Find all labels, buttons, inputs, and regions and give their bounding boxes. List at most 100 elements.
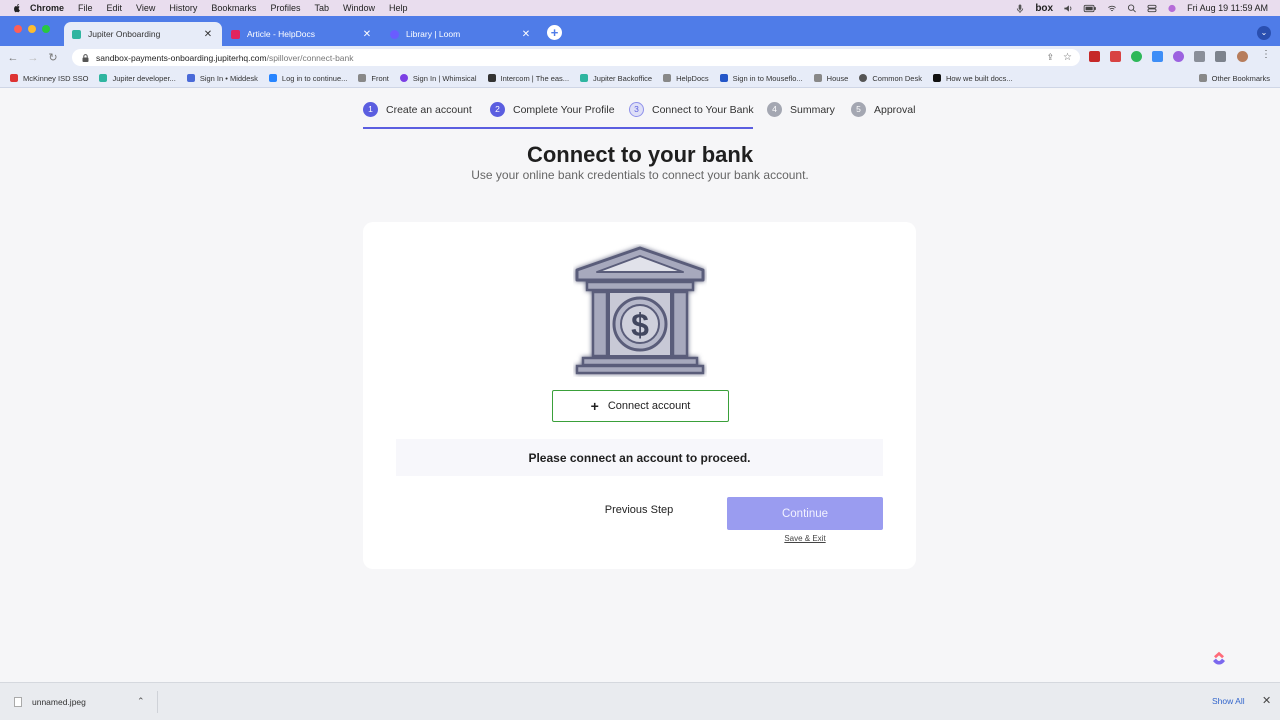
- bookmark-star-icon[interactable]: ☆: [1063, 52, 1072, 63]
- clickup-widget-icon[interactable]: [1211, 650, 1227, 666]
- bookmark-item[interactable]: Intercom | The eas...: [487, 74, 569, 83]
- url-path: /spillover/connect-bank: [266, 52, 354, 63]
- bookmark-item[interactable]: How we built docs...: [932, 74, 1013, 83]
- back-arrow-icon[interactable]: ←: [6, 51, 20, 65]
- side-panel-icon[interactable]: [1215, 51, 1226, 62]
- chrome-menu-icon[interactable]: ⋮: [1261, 49, 1271, 60]
- volume-icon[interactable]: [1063, 4, 1073, 13]
- extensions-puzzle-icon[interactable]: [1194, 51, 1205, 62]
- other-bookmarks-folder[interactable]: Other Bookmarks: [1198, 74, 1270, 83]
- show-all-downloads-link[interactable]: Show All: [1212, 696, 1245, 706]
- tab-close-icon[interactable]: ✕: [202, 29, 214, 40]
- previous-step-button[interactable]: Previous Step: [594, 504, 684, 522]
- bookmark-item[interactable]: Common Desk: [859, 74, 922, 83]
- step-label: Complete Your Profile: [513, 103, 615, 116]
- reload-icon[interactable]: ↻: [46, 51, 60, 65]
- bookmark-favicon-icon: [932, 74, 941, 82]
- download-item[interactable]: unnamed.jpeg: [14, 697, 86, 707]
- bookmark-item[interactable]: Sign In | Whimsical: [399, 74, 477, 83]
- bookmark-item[interactable]: Sign In • Middesk: [186, 74, 258, 83]
- battery-icon[interactable]: [1083, 4, 1097, 13]
- step-number: 4: [767, 102, 782, 117]
- extension-purple-icon[interactable]: [1173, 51, 1184, 62]
- window-zoom-button[interactable]: [42, 25, 50, 33]
- control-center-icon[interactable]: [1147, 4, 1157, 13]
- menu-history[interactable]: History: [169, 3, 197, 13]
- apple-icon[interactable]: [12, 3, 22, 13]
- step-complete-profile[interactable]: 2 Complete Your Profile: [490, 102, 615, 117]
- bookmark-item[interactable]: Sign in to Mouseflo...: [719, 74, 803, 83]
- wifi-icon[interactable]: [1107, 4, 1117, 13]
- tab-search-chevron-icon[interactable]: ⌄: [1257, 26, 1271, 40]
- extension-blue-icon[interactable]: [1152, 51, 1163, 62]
- profile-avatar[interactable]: [1237, 51, 1248, 62]
- page-title: Connect to your bank: [526, 142, 754, 167]
- bookmark-item[interactable]: Jupiter developer...: [99, 74, 176, 83]
- spotlight-search-icon[interactable]: [1127, 3, 1137, 13]
- bookmark-favicon-icon: [99, 74, 108, 82]
- lock-icon[interactable]: [82, 53, 89, 62]
- menubar-status-area: box Fri Aug 19 11:59 AM: [1015, 3, 1280, 14]
- box-status-icon[interactable]: box: [1035, 3, 1053, 14]
- extension-red-icon[interactable]: [1110, 51, 1121, 62]
- download-filename: unnamed.jpeg: [32, 697, 86, 707]
- downloads-bar: unnamed.jpeg ⌃ Show All ✕: [0, 682, 1280, 720]
- share-icon[interactable]: ⇪: [1046, 52, 1054, 63]
- tab-library-loom[interactable]: Library | Loom ✕: [382, 22, 540, 46]
- bookmark-item[interactable]: McKinney ISD SSO: [10, 74, 88, 83]
- window-minimize-button[interactable]: [28, 25, 36, 33]
- step-number: 1: [363, 102, 378, 117]
- browser-toolbar: ← → ↻ sandbox-payments-onboarding.jupite…: [0, 46, 1280, 69]
- menu-view[interactable]: View: [136, 3, 155, 13]
- step-connect-bank[interactable]: 3 Connect to Your Bank: [629, 102, 754, 117]
- menu-window[interactable]: Window: [343, 3, 375, 13]
- bookmark-item[interactable]: Log in to continue...: [268, 74, 347, 83]
- save-exit-link[interactable]: Save & Exit: [727, 534, 883, 543]
- menu-edit[interactable]: Edit: [107, 3, 123, 13]
- folder-icon: [1198, 74, 1207, 82]
- menu-app-chrome[interactable]: Chrome: [30, 3, 64, 13]
- bookmark-favicon-icon: [399, 74, 408, 82]
- connect-account-button[interactable]: + Connect account: [552, 390, 729, 422]
- tab-jupiter-onboarding[interactable]: Jupiter Onboarding ✕: [64, 22, 222, 46]
- tab-close-icon[interactable]: ✕: [520, 29, 532, 40]
- continue-button[interactable]: Continue: [727, 497, 883, 530]
- bookmark-item[interactable]: House: [813, 74, 848, 83]
- new-tab-button[interactable]: +: [547, 25, 562, 40]
- microphone-icon[interactable]: [1015, 3, 1025, 13]
- step-create-account[interactable]: 1 Create an account: [363, 102, 472, 117]
- bookmark-item[interactable]: Jupiter Backoffice: [580, 74, 652, 83]
- step-number: 3: [629, 102, 644, 117]
- chevron-up-icon[interactable]: ⌃: [137, 696, 145, 707]
- siri-icon[interactable]: [1167, 4, 1177, 13]
- extension-gmail-icon[interactable]: [1089, 51, 1100, 62]
- loom-favicon-icon: [390, 29, 399, 39]
- menu-tab[interactable]: Tab: [314, 3, 329, 13]
- menubar-clock[interactable]: Fri Aug 19 11:59 AM: [1187, 3, 1268, 13]
- bookmark-favicon-icon: [268, 74, 277, 82]
- menu-file[interactable]: File: [78, 3, 93, 13]
- menu-profiles[interactable]: Profiles: [270, 3, 300, 13]
- tab-title: Article - HelpDocs: [247, 29, 316, 39]
- bookmark-item[interactable]: HelpDocs: [663, 74, 709, 83]
- plus-icon: +: [590, 398, 599, 414]
- step-number: 2: [490, 102, 505, 117]
- step-number: 5: [851, 102, 866, 117]
- step-label: Summary: [790, 103, 835, 116]
- page-subtitle: Use your online bank credentials to conn…: [471, 168, 809, 182]
- bookmark-item[interactable]: Front: [358, 74, 389, 83]
- tab-article-helpdocs[interactable]: Article - HelpDocs ✕: [223, 22, 381, 46]
- tab-close-icon[interactable]: ✕: [361, 29, 373, 40]
- tab-title: Jupiter Onboarding: [88, 29, 161, 39]
- forward-arrow-icon[interactable]: →: [26, 51, 40, 65]
- menu-bookmarks[interactable]: Bookmarks: [211, 3, 256, 13]
- address-bar[interactable]: sandbox-payments-onboarding.jupiterhq.co…: [72, 49, 1080, 66]
- helpdocs-favicon-icon: [231, 29, 240, 39]
- step-summary: 4 Summary: [767, 102, 835, 117]
- close-icon[interactable]: ✕: [1262, 694, 1271, 707]
- menu-help[interactable]: Help: [389, 3, 408, 13]
- bank-icon: $: [575, 246, 705, 375]
- window-close-button[interactable]: [14, 25, 22, 33]
- extension-grammarly-icon[interactable]: [1131, 51, 1142, 62]
- url-host: sandbox-payments-onboarding.jupiterhq.co…: [96, 52, 267, 63]
